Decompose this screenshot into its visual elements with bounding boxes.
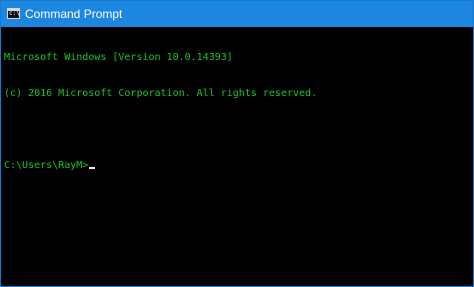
command-prompt-icon[interactable]: c:\	[7, 8, 20, 19]
console-line-blank	[4, 124, 470, 136]
console-prompt-line[interactable]: C:\Users\RayM>	[4, 160, 470, 172]
title-bar[interactable]: c:\ Command Prompt	[1, 1, 473, 27]
text-cursor	[89, 167, 96, 169]
console-line-copyright: (c) 2016 Microsoft Corporation. All righ…	[4, 88, 318, 99]
window-title: Command Prompt	[25, 7, 123, 21]
console-output[interactable]: Microsoft Windows [Version 10.0.14393] (…	[4, 28, 470, 284]
console-line-version: Microsoft Windows [Version 10.0.14393]	[4, 52, 233, 63]
icon-prompt-glyph: c:\	[9, 10, 20, 17]
console-prompt: C:\Users\RayM>	[4, 160, 89, 171]
command-prompt-window[interactable]: c:\ Command Prompt Microsoft Windows [Ve…	[0, 0, 474, 287]
